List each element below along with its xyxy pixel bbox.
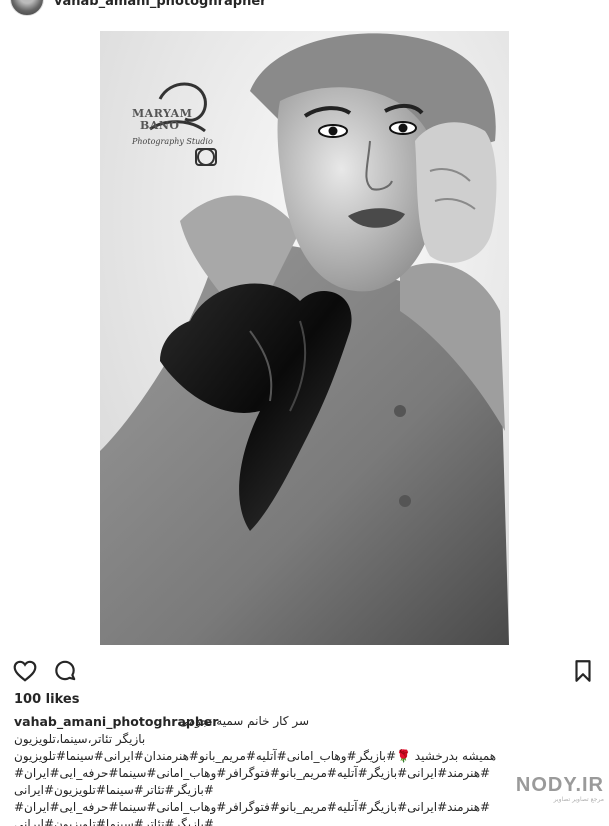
likes-count[interactable]: 100 likes — [14, 692, 79, 707]
watermark-line3: Photography Studio — [132, 137, 213, 146]
post-caption: vahab_amani_photoghrapher سر کار خانم سم… — [14, 713, 599, 826]
avatar[interactable] — [10, 0, 44, 16]
site-watermark-main: NODY.IR — [515, 774, 604, 796]
site-watermark: NODY.IR مرجع تصاویر تصاویر — [515, 774, 608, 804]
post-photo[interactable]: MARYAM BANO Photography Studio — [100, 31, 509, 645]
bookmark-icon[interactable] — [570, 658, 596, 684]
caption-line: #هنرمند#ایرانی#بازیگر#آتلیه#مریم_بانو#فت… — [14, 800, 491, 814]
post-header: vahab_amani_photoghrapher — [0, 0, 609, 22]
heart-icon[interactable] — [12, 658, 38, 684]
caption-line: همیشه بدرخشید 🌹#بازیگر#وهاب_امانی#آتلیه#… — [14, 749, 497, 763]
caption-line: بازیگر تئاتر،سینما،تلویزیون — [14, 732, 146, 746]
watermark-line2: BANO — [140, 119, 180, 132]
header-username[interactable]: vahab_amani_photoghrapher — [54, 0, 267, 9]
caption-line: #بازیگر#تئاتر#سینما#تلویزیون#ایرانی — [14, 783, 214, 797]
caption-line: #هنرمند#ایرانی#بازیگر#آتلیه#مریم_بانو#فت… — [14, 766, 491, 780]
site-watermark-sub: مرجع تصاویر تصاویر — [553, 796, 604, 803]
caption-text: سر کار خانم سمیه نجومی — [178, 714, 309, 728]
comment-icon[interactable] — [52, 658, 78, 684]
post-actions — [0, 650, 609, 690]
